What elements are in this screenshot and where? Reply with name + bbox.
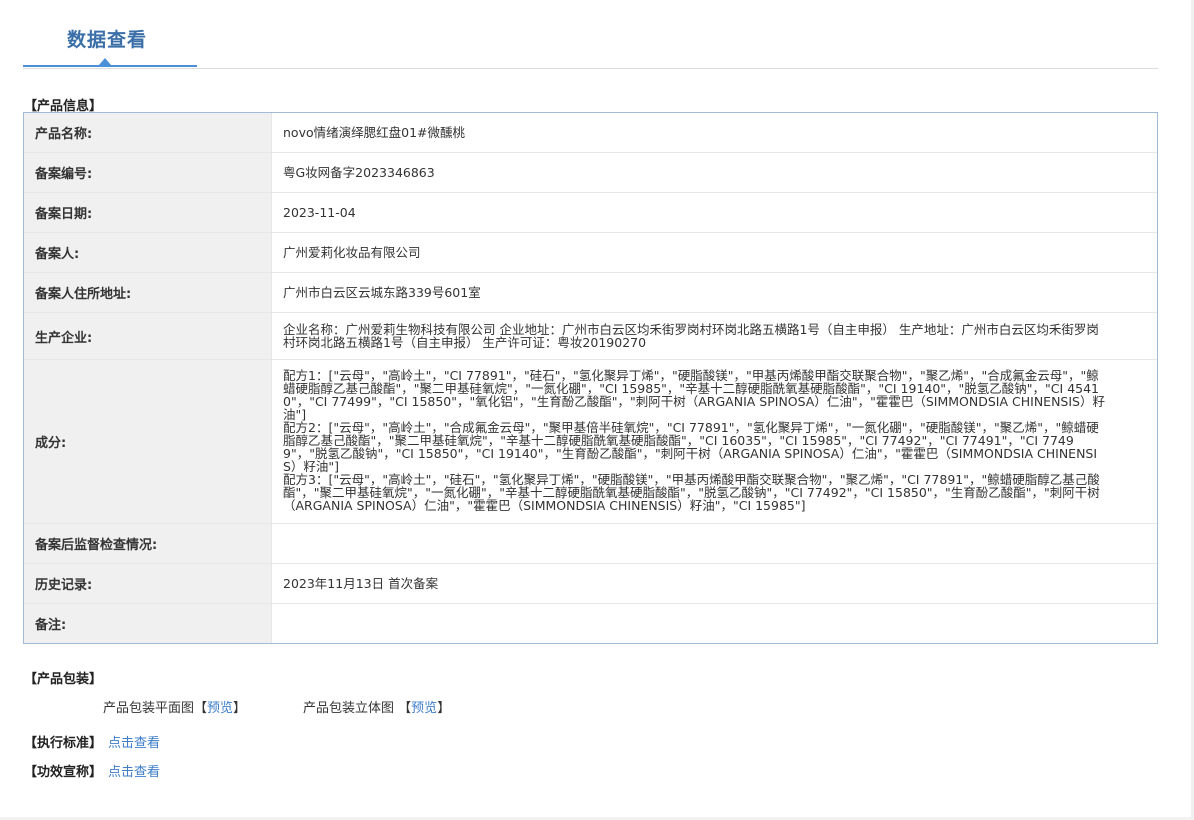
registration-date-value: 2023-11-04 <box>283 205 356 220</box>
registration-number-value: 粤G妆网备字2023346863 <box>283 165 435 180</box>
row-registration-number: 备案编号: 粤G妆网备字2023346863 <box>24 153 1157 193</box>
ingredients-label: 成分: <box>24 360 272 523</box>
close-bracket: 】 <box>233 701 247 716</box>
registrant-label: 备案人: <box>24 233 272 272</box>
standards-view-link[interactable]: 点击查看 <box>108 736 160 751</box>
registrant-address-label: 备案人住所地址: <box>24 273 272 312</box>
efficacy-view-link[interactable]: 点击查看 <box>108 765 160 780</box>
packaging-flat-preview-link[interactable]: 预览 <box>207 701 233 716</box>
manufacturer-value: 企业名称：广州爱莉生物科技有限公司 企业地址：广州市白云区均禾街罗岗村环岗北路五… <box>283 322 1099 350</box>
standards-row: 【执行标准】 点击查看 <box>24 732 160 751</box>
post-inspection-label: 备案后监督检查情况: <box>24 524 272 563</box>
row-post-inspection: 备案后监督检查情况: <box>24 524 1157 564</box>
manufacturer-label: 生产企业: <box>24 313 272 359</box>
tab-active-pointer <box>99 58 111 65</box>
close-bracket: 】 <box>437 701 451 716</box>
registrant-value: 广州爱莉化妆品有限公司 <box>283 245 421 260</box>
packaging-solid-label: 产品包装立体图 <box>303 701 395 716</box>
registrant-address-value: 广州市白云区云城东路339号601室 <box>283 285 481 300</box>
row-registrant-address: 备案人住所地址: 广州市白云区云城东路339号601室 <box>24 273 1157 313</box>
history-label: 历史记录: <box>24 564 272 603</box>
row-product-name: 产品名称: novo情绪演绎腮红盘01#微醺桃 <box>24 113 1157 153</box>
row-remarks: 备注: <box>24 604 1157 643</box>
history-value: 2023年11月13日 首次备案 <box>283 576 439 591</box>
row-registrant: 备案人: 广州爱莉化妆品有限公司 <box>24 233 1157 273</box>
packaging-solid-preview-link[interactable]: 预览 <box>411 701 437 716</box>
formula-1-ingredients: 配方1：["云母"，"高岭土"，"CI 77891"，"硅石"，"氢化聚异丁烯"… <box>283 368 1105 422</box>
packaging-solid-item: 产品包装立体图 【预览】 <box>303 697 450 716</box>
registration-date-label: 备案日期: <box>24 193 272 232</box>
registration-number-label: 备案编号: <box>24 153 272 192</box>
tab-bar: 数据查看 <box>23 0 1158 69</box>
product-name-value: novo情绪演绎腮红盘01#微醺桃 <box>283 125 465 140</box>
formula-2-ingredients: 配方2：["云母"，"高岭土"，"合成氟金云母"，"聚甲基倍半硅氧烷"，"CI … <box>283 420 1099 474</box>
tab-active-underline <box>23 65 197 67</box>
product-info-table: 产品名称: novo情绪演绎腮红盘01#微醺桃 备案编号: 粤G妆网备字2023… <box>23 112 1158 644</box>
row-manufacturer: 生产企业: 企业名称：广州爱莉生物科技有限公司 企业地址：广州市白云区均禾街罗岗… <box>24 313 1157 360</box>
remarks-label: 备注: <box>24 604 272 643</box>
formula-3-ingredients: 配方3：["云母"，"高岭土"，"硅石"，"氢化聚异丁烯"，"硬脂酸镁"，"甲基… <box>283 472 1100 513</box>
ingredients-value: 配方1：["云母"，"高岭土"，"CI 77891"，"硅石"，"氢化聚异丁烯"… <box>272 360 1157 523</box>
packaging-section-title: 【产品包装】 <box>24 672 103 687</box>
row-registration-date: 备案日期: 2023-11-04 <box>24 193 1157 233</box>
post-inspection-value <box>272 524 1157 563</box>
packaging-flat-item: 产品包装平面图【预览】 <box>103 697 246 716</box>
open-bracket: 【 <box>398 701 412 716</box>
remarks-value <box>272 604 1157 643</box>
product-name-label: 产品名称: <box>24 113 272 152</box>
efficacy-label: 【功效宣称】 <box>24 765 103 780</box>
tab-data-view[interactable]: 数据查看 <box>67 25 147 52</box>
efficacy-row: 【功效宣称】 点击查看 <box>24 761 160 780</box>
row-history: 历史记录: 2023年11月13日 首次备案 <box>24 564 1157 604</box>
standards-label: 【执行标准】 <box>24 736 103 751</box>
packaging-flat-label: 产品包装平面图 <box>103 701 195 716</box>
open-bracket: 【 <box>194 701 208 716</box>
row-ingredients: 成分: 配方1：["云母"，"高岭土"，"CI 77891"，"硅石"，"氢化聚… <box>24 360 1157 524</box>
